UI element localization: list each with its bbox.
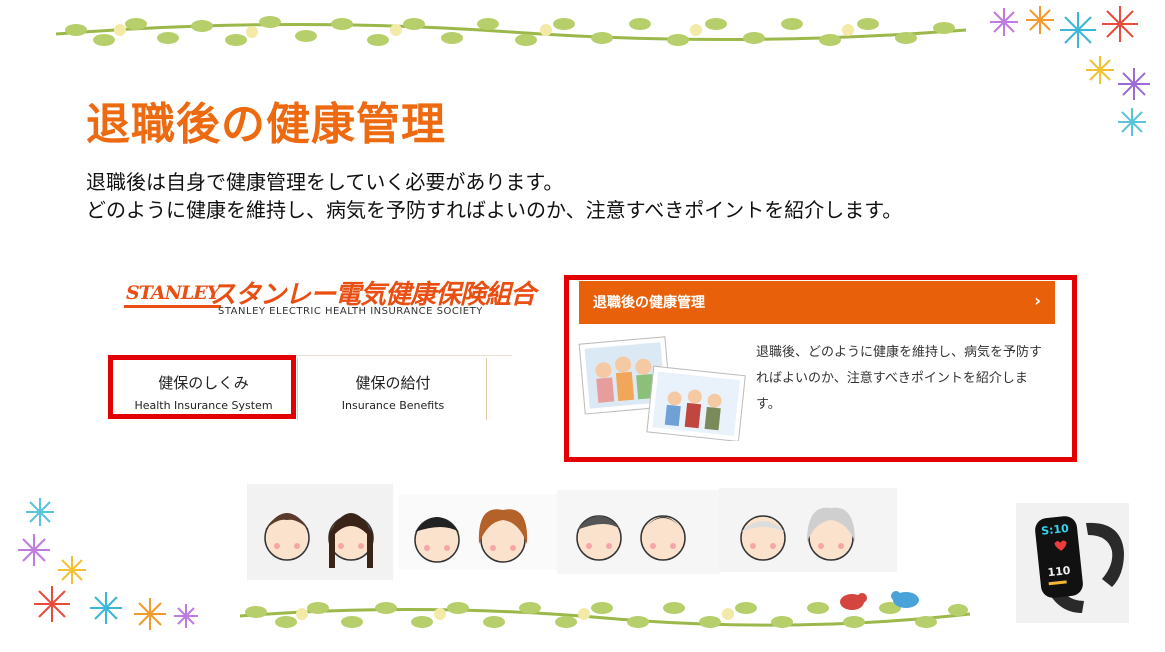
tab-insurance-benefits[interactable]: 健保の給付 Insurance Benefits — [300, 358, 487, 420]
stanley-logo[interactable]: STANLEY スタンレー電気健康保険組合 STANLEY ELECTRIC H… — [124, 276, 536, 326]
intro-text-line-1: 退職後は自身で健康管理をしていく必要があります。 — [86, 170, 564, 194]
intro-text-line-2: どのように健康を維持し、病気を予防すればよいのか、注意すべきポイントを紹介します… — [86, 198, 903, 222]
logo-english-name: STANLEY ELECTRIC HEALTH INSURANCE SOCIET… — [218, 306, 483, 317]
tab-label-en: Insurance Benefits — [341, 399, 445, 412]
smartwatch-illustration: S:10 110 — [1016, 503, 1129, 623]
vine-decoration-top — [56, 16, 966, 46]
card-description: 退職後、どのように健康を維持し、病気を予防すればよいのか、注意すべきポイントを紹… — [756, 345, 1043, 412]
card-header-link[interactable]: 退職後の健康管理 › — [579, 281, 1055, 324]
fireworks-decoration-top-right — [990, 6, 1150, 136]
tab-label-jp: 健保の給付 — [355, 374, 431, 392]
family-faces-illustration — [247, 484, 897, 580]
watch-time-bottom: 110 — [1047, 564, 1072, 579]
fireworks-decoration-bottom-left — [18, 498, 198, 630]
vine-decoration-bottom — [240, 591, 970, 628]
card-header-title: 退職後の健康管理 — [593, 295, 705, 311]
elderly-family-photo-illustration — [578, 336, 746, 441]
chevron-right-icon: › — [1034, 291, 1041, 310]
logo-mark: STANLEY — [124, 282, 222, 308]
page-title: 退職後の健康管理 — [86, 99, 446, 150]
highlight-frame-tab — [108, 355, 296, 419]
